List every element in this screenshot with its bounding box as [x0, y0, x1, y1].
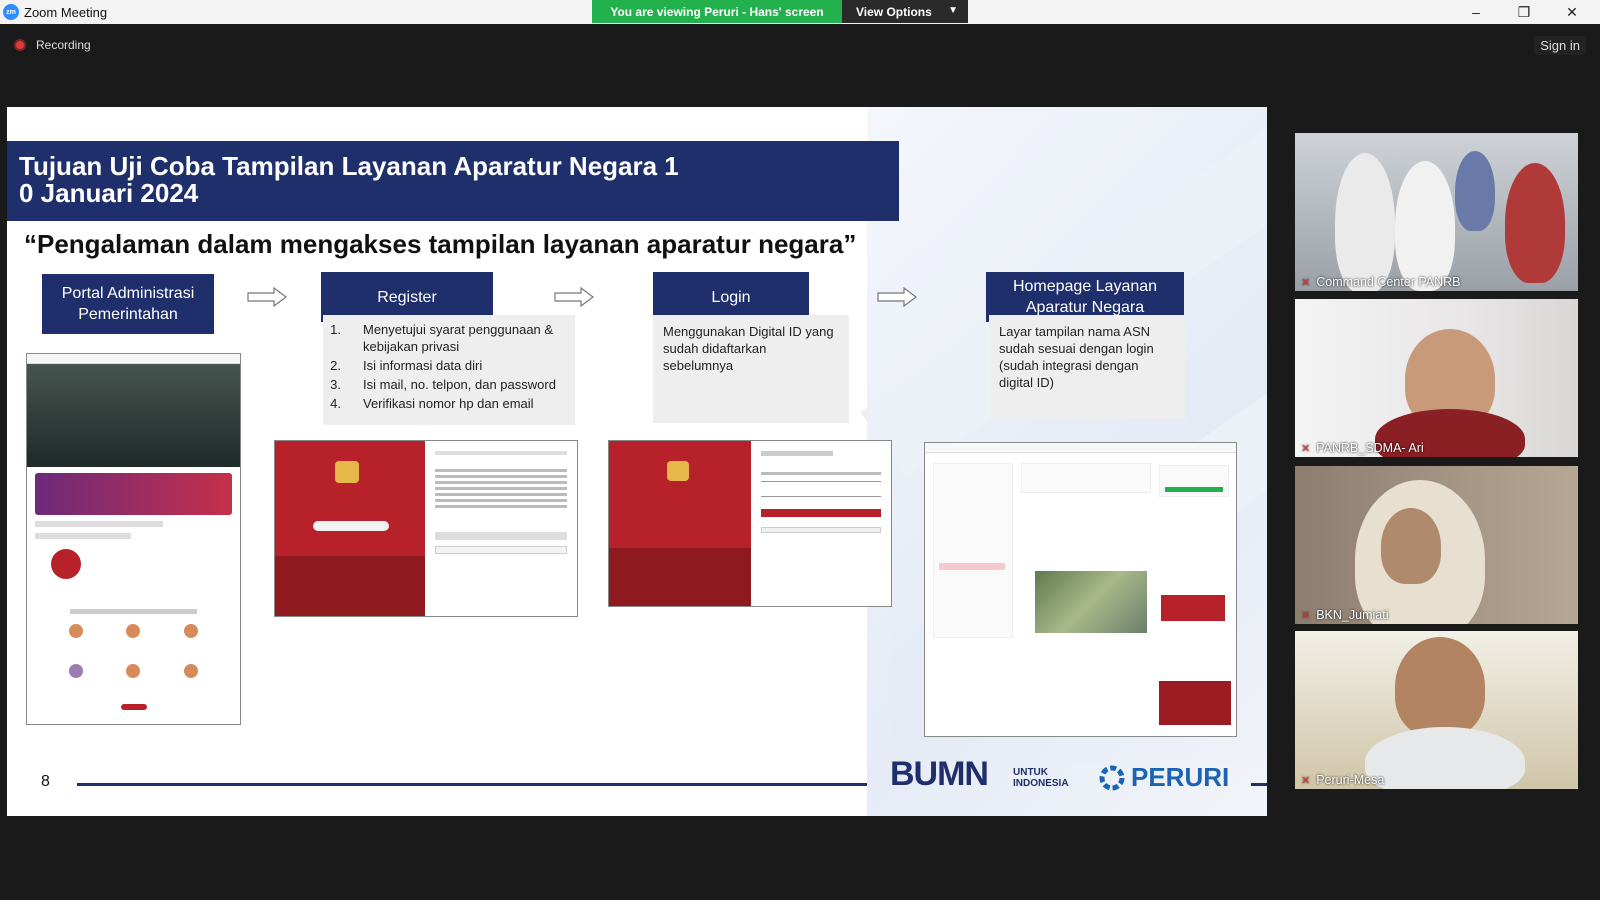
footer-line: [1251, 783, 1267, 786]
zoom-logo-icon: zm: [3, 4, 19, 20]
homepage-screenshot: [924, 442, 1237, 737]
register-step: 4. Verifikasi nomor hp dan email: [330, 396, 534, 411]
slide-title: Tujuan Uji Coba Tampilan Layanan Aparatu…: [7, 141, 899, 221]
share-banner: You are viewing Peruri - Hans' screen: [592, 0, 842, 23]
register-step: 1. Menyetujui syarat penggunaan & kebijak…: [330, 322, 554, 354]
record-icon: [14, 39, 26, 51]
restore-icon[interactable]: ❐: [1514, 2, 1534, 22]
bumn-logo-tagline: UNTUK INDONESIA: [1013, 767, 1069, 789]
mic-muted-icon: ✕: [1301, 442, 1311, 455]
peruri-logo-icon: [1099, 765, 1125, 790]
mic-muted-icon: ✕: [1301, 609, 1311, 622]
participant-tile[interactable]: ✕ BKN_Jumiati: [1295, 466, 1578, 624]
page-number: 8: [41, 773, 50, 790]
register-step: 3. Isi mail, no. telpon, dan password: [330, 377, 556, 392]
participant-name: ✕ BKN_Jumiati: [1301, 608, 1389, 622]
participant-tile[interactable]: ✕ Command Center PANRB: [1295, 133, 1578, 291]
mic-muted-icon: ✕: [1301, 774, 1311, 787]
chevron-down-icon: ▼: [948, 5, 958, 16]
homepage-desc-box: Layar tampilan nama ASN sudah sesuai den…: [989, 315, 1185, 419]
step-portal-header: Portal Administrasi Pemerintahan: [42, 274, 214, 334]
mic-muted-icon: ✕: [1301, 276, 1311, 289]
sign-in-button[interactable]: Sign in: [1534, 36, 1586, 55]
participant-tile[interactable]: ✕ Peruri-Mesa: [1295, 631, 1578, 789]
recording-indicator[interactable]: Recording: [14, 38, 91, 52]
homepage-description: Layar tampilan nama ASN sudah sesuai den…: [999, 324, 1154, 390]
login-description: Menggunakan Digital ID yang sudah didaft…: [663, 324, 834, 373]
bumn-logo: BUMN: [890, 755, 989, 793]
view-options-button[interactable]: View Options ▼: [842, 0, 968, 23]
participant-tile[interactable]: ✕ PANRB_SDMA- Ari: [1295, 299, 1578, 457]
footer-line: [77, 783, 867, 786]
arrow-right-icon: [554, 287, 594, 307]
window-title-bar: zm Zoom Meeting You are viewing Peruri -…: [0, 0, 1600, 24]
register-steps-box: 1. Menyetujui syarat penggunaan & kebijak…: [323, 315, 575, 425]
view-options-label: View Options: [856, 4, 932, 19]
portal-screenshot: [26, 353, 241, 725]
peruri-logo: PERURI: [1097, 762, 1229, 793]
participant-name: ✕ Peruri-Mesa: [1301, 773, 1385, 787]
window-title: Zoom Meeting: [24, 5, 108, 20]
minimize-icon[interactable]: –: [1466, 2, 1486, 22]
register-step: 2. Isi informasi data diri: [330, 358, 483, 373]
participant-name: ✕ PANRB_SDMA- Ari: [1301, 441, 1424, 455]
arrow-right-icon: [877, 287, 917, 307]
login-desc-box: Menggunakan Digital ID yang sudah didaft…: [653, 315, 849, 423]
login-screenshot: [608, 440, 892, 607]
close-icon[interactable]: ✕: [1562, 2, 1582, 22]
register-screenshot: [274, 440, 578, 617]
slide-subtitle: “Pengalaman dalam mengakses tampilan lay…: [24, 229, 857, 259]
arrow-right-icon: [247, 287, 287, 307]
shared-screen-slide: Tujuan Uji Coba Tampilan Layanan Aparatu…: [7, 107, 1267, 816]
participant-name: ✕ Command Center PANRB: [1301, 275, 1461, 289]
recording-label: Recording: [36, 38, 91, 52]
